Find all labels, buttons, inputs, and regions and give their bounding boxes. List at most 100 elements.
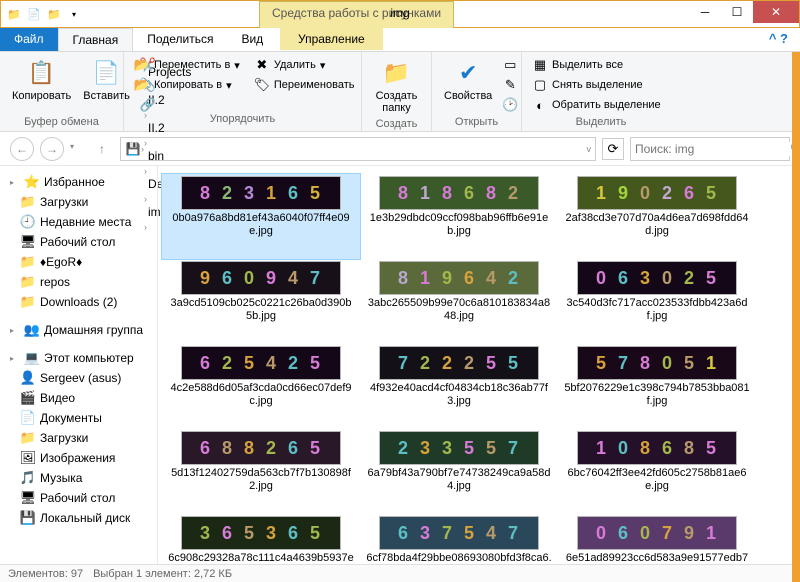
minimize-button[interactable]: ─ (689, 1, 721, 23)
nav-sergeev[interactable]: 👤Sergeev (asus) (2, 368, 155, 388)
tab-view[interactable]: Вид (227, 28, 277, 51)
nav-homegroup[interactable]: ▸👥Домашняя группа (2, 320, 155, 340)
file-thumbnail[interactable]: 8196423abc265509b99e70c6a810183834a848.j… (360, 259, 558, 344)
copy-to-button[interactable]: 📂Копировать в ▾ (132, 76, 242, 94)
nav-repos[interactable]: 📁repos (2, 272, 155, 292)
qat-properties-icon[interactable]: 📄 (25, 5, 43, 23)
nav-egor[interactable]: 📁♦EgoR♦ (2, 252, 155, 272)
thumbnail-image: 063025 (577, 261, 737, 295)
folder-icon: 📁 (382, 58, 412, 88)
documents-icon: 📄 (20, 410, 36, 426)
properties-icon: ✔ (453, 58, 483, 88)
ribbon: 📋 Копировать 📄 Вставить ✂️ 📎 🔗 Буфер обм… (0, 52, 800, 132)
crumb-bin[interactable]: bin (144, 149, 195, 163)
nav-desktop[interactable]: 🖥Рабочий стол (2, 232, 155, 252)
nav-video[interactable]: 🎬Видео (2, 388, 155, 408)
thumbnail-image: 722255 (379, 346, 539, 380)
nav-localdisk[interactable]: 💾Локальный диск (2, 508, 155, 528)
window-border (792, 28, 800, 582)
history-button[interactable]: 🕑 (500, 96, 520, 114)
nav-downloads[interactable]: 📁Загрузки (2, 192, 155, 212)
open-button[interactable]: ▭ (500, 56, 520, 74)
file-thumbnail[interactable]: 9609473a9cd5109cb025c0221c26ba0d390b5b.j… (162, 259, 360, 344)
up-button[interactable]: ↑ (90, 137, 114, 161)
breadcrumb[interactable]: 💾 › Projects›II.2›II.2›bin›Debug›img› v (120, 137, 596, 161)
forward-button[interactable]: → (40, 137, 64, 161)
copy-icon: 📋 (27, 58, 57, 88)
help-button[interactable]: ^ ? (757, 28, 800, 51)
invert-icon: ◐ (532, 97, 548, 113)
tab-home[interactable]: Главная (58, 28, 134, 51)
invert-selection-button[interactable]: ◐Обратить выделение (530, 96, 663, 114)
move-to-button[interactable]: 📂Переместить в ▾ (132, 56, 242, 74)
file-thumbnail[interactable]: 3653656c908c29328a78c111c4a4639b5937e2.j… (162, 514, 360, 564)
tab-share[interactable]: Поделиться (133, 28, 227, 51)
history-icon: 🕑 (502, 97, 518, 113)
thumbnail-image: 060791 (577, 516, 737, 550)
nav-thispc[interactable]: ▸💻Этот компьютер (2, 348, 155, 368)
nav-music[interactable]: 🎵Музыка (2, 468, 155, 488)
file-name: 3a9cd5109cb025c0221c26ba0d390b5b.jpg (164, 297, 358, 323)
refresh-button[interactable]: ⟳ (602, 138, 624, 160)
file-thumbnail[interactable]: 060791 6e51ad89923cc6d583a9e91577edb75f.j… (558, 514, 756, 564)
file-name: 6a79bf43a790bf7e74738249ca9a58d4.jpg (362, 467, 556, 493)
nav-documents[interactable]: 📄Документы (2, 408, 155, 428)
ribbon-tabs: Файл Главная Поделиться Вид Управление ^… (0, 28, 800, 52)
file-thumbnail[interactable]: 8186821e3b29dbdc09ccf098bab96ffb6e91eb.j… (360, 174, 558, 259)
file-thumbnail[interactable]: 1086856bc76042ff3ee42fd605c2758b81ae6e.j… (558, 429, 756, 514)
pictures-icon: 🖼 (20, 450, 36, 466)
thumbnail-image: 108685 (577, 431, 737, 465)
file-thumbnail[interactable]: 2335576a79bf43a790bf7e74738249ca9a58d4.j… (360, 429, 558, 514)
tab-manage[interactable]: Управление (280, 28, 383, 50)
nav-recent[interactable]: 🕘Недавние места (2, 212, 155, 232)
folder-icon: 📁 (20, 274, 36, 290)
file-thumbnail[interactable]: 0630253c540d3fc717acc023533fdbb423a6df.j… (558, 259, 756, 344)
thumbnail-image: 688265 (181, 431, 341, 465)
breadcrumb-dropdown[interactable]: v (587, 144, 592, 154)
tab-file[interactable]: Файл (0, 28, 58, 51)
search-input[interactable] (635, 142, 790, 156)
file-name: 5d13f12402759da563cb7f7b130898f2.jpg (164, 467, 358, 493)
copyto-icon: 📂 (134, 77, 150, 93)
file-name: 1e3b29dbdc09ccf098bab96ffb6e91eb.jpg (362, 212, 556, 238)
open-icon: ▭ (502, 57, 518, 73)
file-name: 3abc265509b99e70c6a810183834a848.jpg (362, 297, 556, 323)
file-thumbnail[interactable]: 5780515bf2076229e1c398c794b7853bba081f.j… (558, 344, 756, 429)
file-name: 6e51ad89923cc6d583a9e91577edb75f.jpg (560, 552, 754, 564)
file-list[interactable]: 8231650b0a976a8bd81ef43a6040f07ff4e09e.j… (158, 166, 800, 564)
close-button[interactable]: ✕ (753, 1, 799, 23)
star-icon: ⭐ (24, 174, 40, 190)
paste-icon: 📄 (92, 58, 122, 88)
file-thumbnail[interactable]: 6375476cf78bda4f29bbe08693080bfd3f8ca6.j… (360, 514, 558, 564)
recent-locations-button[interactable]: ▾ (70, 142, 84, 156)
select-none-button[interactable]: ▢Снять выделение (530, 76, 663, 94)
properties-button[interactable]: ✔ Свойства (440, 56, 496, 104)
rename-button[interactable]: 🏷Переименовать (252, 76, 357, 94)
nav-desktop2[interactable]: 🖥Рабочий стол (2, 488, 155, 508)
maximize-button[interactable]: ☐ (721, 1, 753, 23)
file-name: 2af38cd3e707d70a4d6ea7d698fdd64d.jpg (560, 212, 754, 238)
delete-button[interactable]: ✖Удалить ▾ (252, 56, 357, 74)
file-thumbnail[interactable]: 7222554f932e40acd4cf04834cb18c36ab77f3.j… (360, 344, 558, 429)
nav-favorites[interactable]: ▸⭐Избранное (2, 172, 155, 192)
rename-icon: 🏷 (254, 77, 270, 93)
nav-downloads3[interactable]: 📁Загрузки (2, 428, 155, 448)
qat-dropdown-icon[interactable]: ▾ (65, 5, 83, 23)
folder-icon: 📁 (20, 194, 36, 210)
computer-icon: 💻 (24, 350, 40, 366)
select-all-button[interactable]: ▦Выделить все (530, 56, 663, 74)
copy-button[interactable]: 📋 Копировать (8, 56, 75, 104)
qat-newfolder-icon[interactable]: 📁 (45, 5, 63, 23)
search-box[interactable]: 🔍 (630, 137, 790, 161)
nav-downloads2[interactable]: 📁Downloads (2) (2, 292, 155, 312)
edit-button[interactable]: ✎ (500, 76, 520, 94)
file-thumbnail[interactable]: 1902652af38cd3e707d70a4d6ea7d698fdd64d.j… (558, 174, 756, 259)
file-thumbnail[interactable]: 8231650b0a976a8bd81ef43a6040f07ff4e09e.j… (162, 174, 360, 259)
file-thumbnail[interactable]: 6254254c2e588d6d05af3cda0cd66ec07def9c.j… (162, 344, 360, 429)
nav-pictures[interactable]: 🖼Изображения (2, 448, 155, 468)
new-folder-button[interactable]: 📁 Создать папку (370, 56, 423, 116)
file-thumbnail[interactable]: 6882655d13f12402759da563cb7f7b130898f2.j… (162, 429, 360, 514)
thumbnail-image: 190265 (577, 176, 737, 210)
thumbnail-image: 365365 (181, 516, 341, 550)
back-button[interactable]: ← (10, 137, 34, 161)
